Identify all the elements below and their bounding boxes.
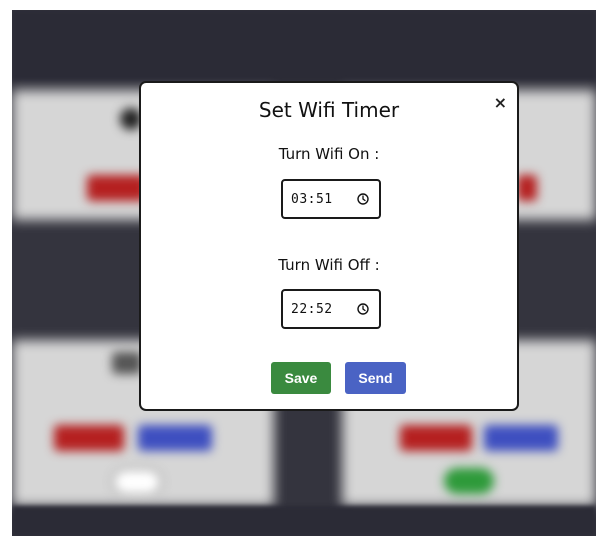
blurred-button-blue-br — [484, 425, 558, 451]
blurred-toggle-off — [112, 468, 162, 496]
modal-title: Set Wifi Timer — [258, 98, 400, 122]
blurred-header — [12, 10, 596, 82]
blurred-footer — [12, 506, 596, 536]
clock-icon[interactable] — [357, 193, 369, 205]
save-button[interactable]: Save — [271, 362, 331, 394]
blurred-wifi-icon — [112, 352, 142, 374]
wifi-on-label: Turn Wifi On : — [278, 145, 380, 163]
clock-icon[interactable] — [357, 303, 369, 315]
blurred-button-red-right — [517, 175, 537, 201]
wifi-off-label: Turn Wifi Off : — [278, 256, 380, 274]
wifi-off-time-value: 22:52 — [291, 301, 333, 317]
send-button[interactable]: Send — [345, 362, 406, 394]
wifi-on-time-value: 03:51 — [291, 191, 333, 207]
blurred-button-red-br — [400, 425, 472, 451]
blurred-toggle-on — [444, 468, 494, 494]
close-icon[interactable]: × — [494, 95, 507, 111]
blurred-button-blue-bl — [138, 425, 212, 451]
wifi-off-time-input[interactable]: 22:52 — [281, 289, 381, 329]
blurred-button-red — [87, 175, 147, 201]
wifi-timer-modal: Set Wifi Timer × Turn Wifi On : 03:51 Tu… — [139, 81, 519, 411]
wifi-on-time-input[interactable]: 03:51 — [281, 179, 381, 219]
blurred-button-red-bl — [54, 425, 124, 451]
